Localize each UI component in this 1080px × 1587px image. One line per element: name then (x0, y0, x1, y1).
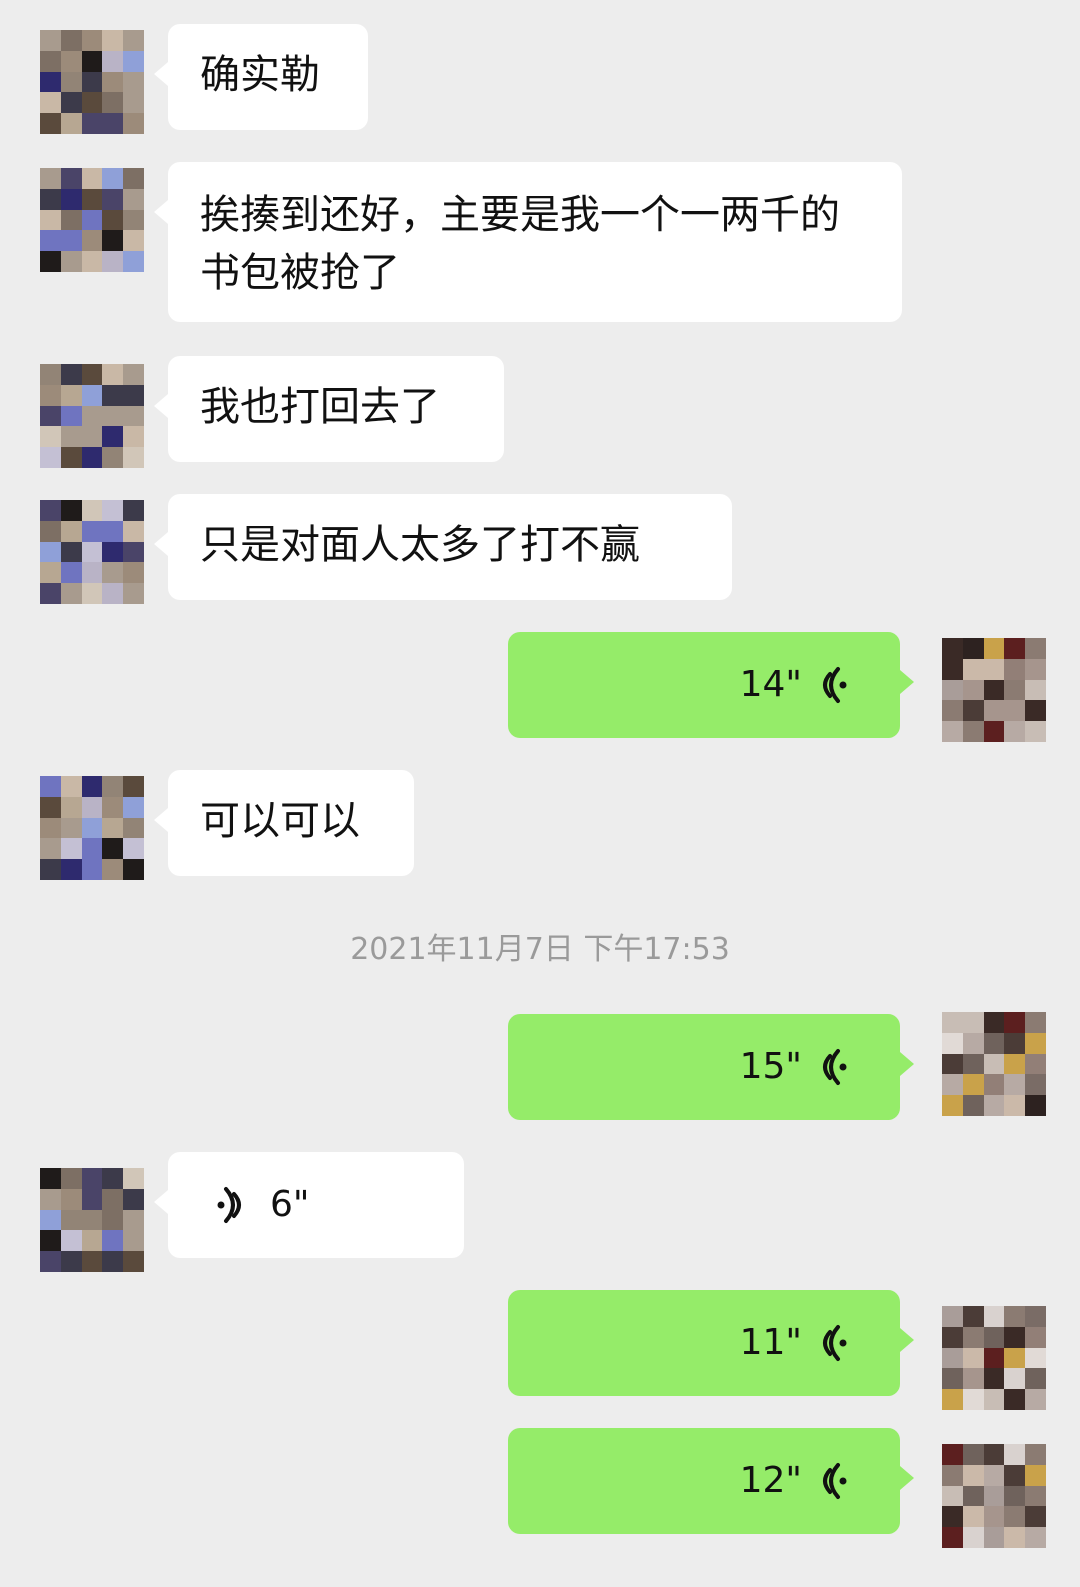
message-text: 可以可以 (200, 798, 360, 844)
message-bubble[interactable]: 确实勒 (154, 24, 368, 130)
contact-avatar[interactable] (40, 30, 144, 134)
message-text: 挨揍到还好，主要是我一个一两千的书包被抢了 (200, 192, 840, 296)
voice-duration: 15" (739, 1046, 802, 1087)
self-avatar[interactable] (942, 1012, 1046, 1116)
message-bubble[interactable]: 我也打回去了 (154, 356, 504, 462)
voice-wave-icon (823, 1463, 847, 1499)
self-avatar[interactable] (942, 1306, 1046, 1410)
message-bubble[interactable]: 挨揍到还好，主要是我一个一两千的书包被抢了 (154, 162, 902, 322)
message-timestamp: 2021年11月7日 下午17:53 (350, 932, 730, 967)
self-avatar[interactable] (942, 638, 1046, 742)
voice-message-bubble[interactable]: 15" (508, 1014, 914, 1120)
chat-window: 确实勒 挨揍到还好，主要是我一个一两千的书包被抢了 我也打回去了 只是对面人太多… (0, 0, 1080, 1587)
voice-wave-icon (823, 1325, 847, 1361)
voice-duration: 6" (270, 1184, 310, 1225)
voice-message-content: 14" (740, 632, 850, 738)
voice-message-bubble[interactable]: 6" (154, 1152, 464, 1258)
contact-avatar[interactable] (40, 500, 144, 604)
message-bubble[interactable]: 只是对面人太多了打不赢 (154, 494, 732, 600)
voice-wave-icon (823, 667, 847, 703)
self-avatar[interactable] (942, 1444, 1046, 1548)
message-text: 我也打回去了 (200, 384, 440, 430)
voice-message-content: 12" (740, 1428, 850, 1534)
voice-message-bubble[interactable]: 14" (508, 632, 914, 738)
voice-duration: 14" (739, 664, 802, 705)
voice-duration: 12" (739, 1460, 802, 1501)
voice-message-bubble[interactable]: 12" (508, 1428, 914, 1534)
voice-wave-icon (217, 1187, 241, 1223)
contact-avatar[interactable] (40, 776, 144, 880)
voice-message-content: 15" (740, 1014, 850, 1120)
contact-avatar[interactable] (40, 364, 144, 468)
message-text: 确实勒 (200, 52, 320, 98)
contact-avatar[interactable] (40, 168, 144, 272)
voice-duration: 11" (739, 1322, 802, 1363)
voice-message-content: 11" (740, 1290, 850, 1396)
message-text: 只是对面人太多了打不赢 (200, 522, 640, 568)
voice-wave-icon (823, 1049, 847, 1085)
voice-message-content: 6" (214, 1152, 309, 1258)
voice-message-bubble[interactable]: 11" (508, 1290, 914, 1396)
message-bubble[interactable]: 可以可以 (154, 770, 414, 876)
contact-avatar[interactable] (40, 1168, 144, 1272)
